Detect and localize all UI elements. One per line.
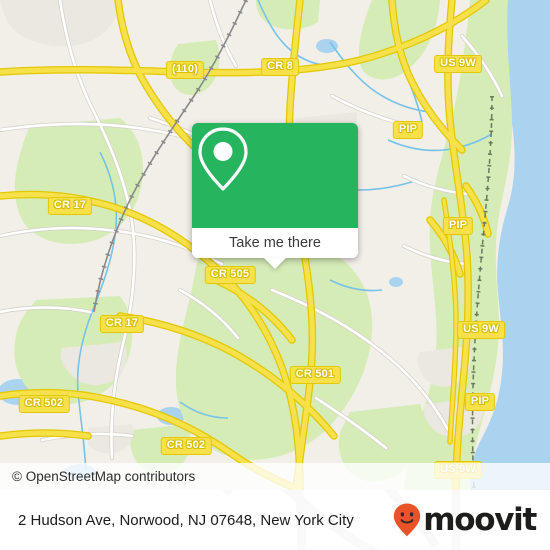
road-shield: US 9W — [457, 321, 505, 339]
footer-bar: 2 Hudson Ave, Norwood, NJ 07648, New Yor… — [0, 490, 550, 550]
road-shield: CR 17 — [99, 315, 145, 333]
road-shield: PIP — [464, 393, 496, 411]
road-shield: CR 17 — [47, 197, 93, 215]
road-shield: PIP — [442, 217, 474, 235]
popup-marker-area — [192, 123, 358, 228]
road-shield: (110) — [165, 61, 205, 79]
map-attribution[interactable]: © OpenStreetMap contributors — [0, 463, 550, 490]
road-shield: CR 502 — [18, 395, 70, 413]
take-me-there-label: Take me there — [229, 235, 321, 251]
road-shield: CR 501 — [289, 366, 341, 384]
moovit-pin-icon — [394, 503, 421, 537]
moovit-logo[interactable]: moovit — [392, 501, 537, 538]
map-canvas[interactable]: (110) CR 8 US 9W PIP CR 17 PIP CR 505 CR… — [0, 0, 550, 490]
map-pin-icon — [198, 127, 248, 191]
road-shield: CR 505 — [204, 266, 256, 284]
road-shield: CR 502 — [160, 437, 212, 455]
take-me-there-button[interactable]: Take me there — [192, 228, 358, 269]
location-popup[interactable]: Take me there — [192, 123, 358, 269]
address-text: 2 Hudson Ave, Norwood, NJ 07648, New Yor… — [18, 511, 354, 529]
popup-pointer — [264, 258, 286, 269]
attribution-text: © OpenStreetMap contributors — [12, 469, 196, 484]
road-shield: US 9W — [434, 55, 482, 73]
map-share-page: (110) CR 8 US 9W PIP CR 17 PIP CR 505 CR… — [0, 0, 550, 550]
road-shield: CR 8 — [261, 58, 299, 76]
road-shield: PIP — [392, 121, 424, 139]
moovit-wordmark: moovit — [423, 501, 537, 538]
